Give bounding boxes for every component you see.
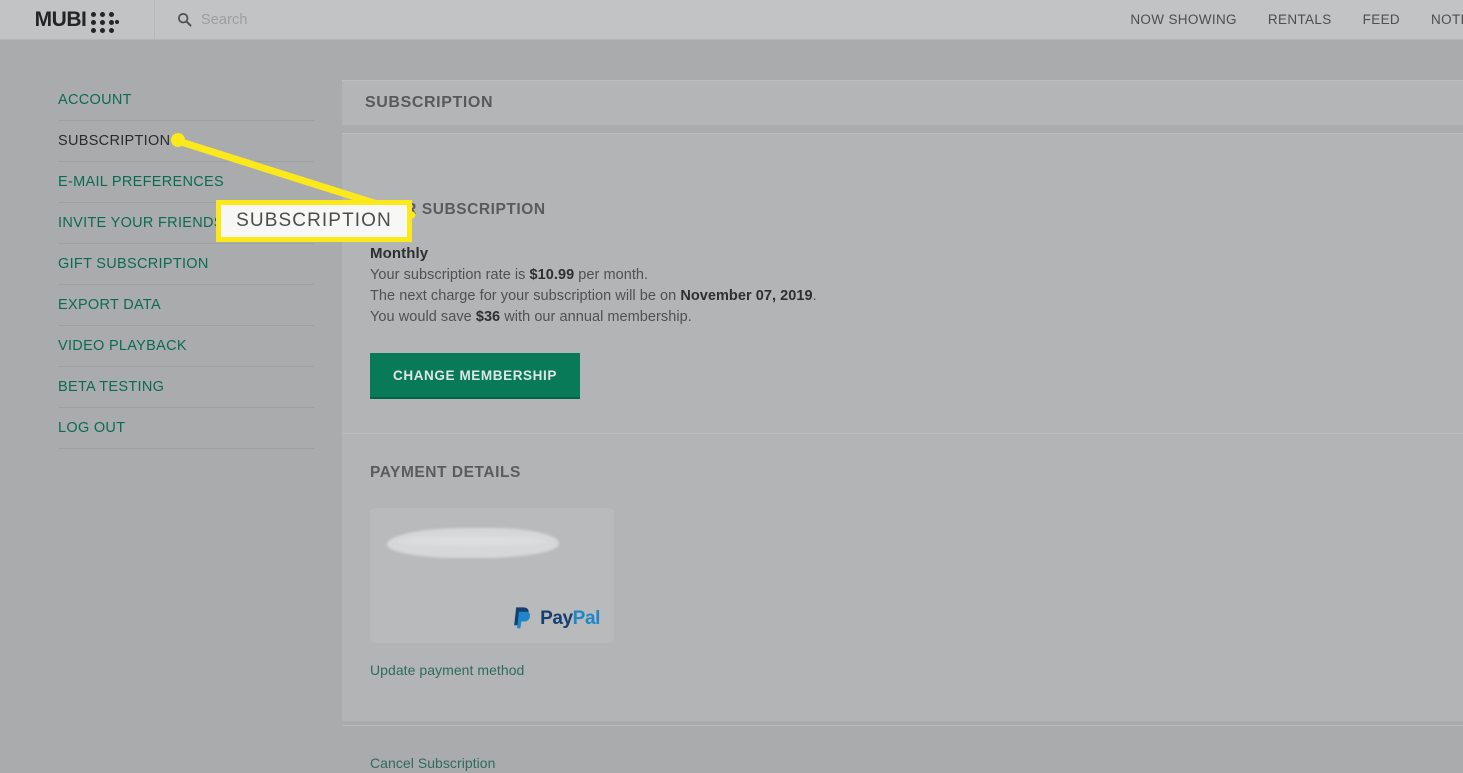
sidebar-item-email-preferences[interactable]: E-MAIL PREFERENCES <box>58 162 314 203</box>
content-card-body: YOUR SUBSCRIPTION Monthly Your subscript… <box>342 133 1463 771</box>
sidebar-item-invite-your-friends[interactable]: INVITE YOUR FRIENDS <box>58 203 314 244</box>
cancel-subscription-link[interactable]: Cancel Subscription <box>370 755 495 771</box>
content-card-header: SUBSCRIPTION <box>342 80 1463 125</box>
nav-item-rentals[interactable]: RENTALS <box>1268 12 1332 27</box>
change-membership-button[interactable]: CHANGE MEMBERSHIP <box>370 353 580 399</box>
section-divider-bottom <box>342 725 1463 726</box>
sidebar-item-beta-testing[interactable]: BETA TESTING <box>58 367 314 408</box>
mubi-logo[interactable]: MUBI <box>0 0 155 40</box>
logo-wordmark: MUBI <box>34 8 87 31</box>
account-sidebar: ACCOUNT SUBSCRIPTION E-MAIL PREFERENCES … <box>58 80 314 449</box>
sidebar-item-label: BETA TESTING <box>58 379 165 395</box>
nav-item-notebook[interactable]: NOTEBOO <box>1431 12 1463 27</box>
plan-name: Monthly <box>370 245 429 262</box>
payment-details-heading: PAYMENT DETAILS <box>370 464 521 481</box>
sidebar-item-log-out[interactable]: LOG OUT <box>58 408 314 449</box>
next-charge-date: November 07, 2019 <box>680 288 813 304</box>
savings-amount: $36 <box>475 309 501 325</box>
sidebar-item-label: E-MAIL PREFERENCES <box>58 174 225 190</box>
sidebar-item-label: LOG OUT <box>58 420 126 436</box>
sidebar-item-account[interactable]: ACCOUNT <box>58 80 314 121</box>
paypal-word-pay: Pay <box>540 607 573 629</box>
sidebar-item-label: EXPORT DATA <box>58 297 161 313</box>
redacted-account-email <box>387 528 559 558</box>
sidebar-item-gift-subscription[interactable]: GIFT SUBSCRIPTION <box>58 244 314 285</box>
rate-prefix: Your subscription rate is <box>370 267 530 283</box>
sidebar-item-label: VIDEO PLAYBACK <box>58 338 187 354</box>
nav-item-feed[interactable]: FEED <box>1363 12 1400 27</box>
savings-suffix: with our annual membership. <box>500 309 692 325</box>
sidebar-item-subscription[interactable]: SUBSCRIPTION <box>58 121 314 162</box>
annual-savings-line: You would save $36 with our annual membe… <box>370 309 1435 325</box>
next-charge-line: The next charge for your subscription wi… <box>370 288 1435 304</box>
search-input[interactable]: Search <box>201 12 248 28</box>
next-charge-prefix: The next charge for your subscription wi… <box>370 288 681 304</box>
savings-prefix: You would save <box>370 309 476 325</box>
sidebar-item-label: INVITE YOUR FRIENDS <box>58 215 224 231</box>
subscription-rate-line: Your subscription rate is $10.99 per mon… <box>370 267 1435 283</box>
mubi-dots-logo-icon <box>89 9 120 33</box>
nav-item-now-showing[interactable]: NOW SHOWING <box>1130 12 1237 27</box>
search-icon <box>177 12 192 27</box>
top-header-bar: MUBI Search NOW SHOWING RENTALS FEED NOT… <box>0 0 1463 40</box>
page-body: ACCOUNT SUBSCRIPTION E-MAIL PREFERENCES … <box>0 41 1463 771</box>
search-box[interactable]: Search <box>177 0 248 40</box>
rate-suffix: per month. <box>574 267 649 283</box>
section-divider <box>342 433 1463 434</box>
page-title: SUBSCRIPTION <box>365 94 494 111</box>
update-payment-method-link[interactable]: Update payment method <box>370 662 524 678</box>
sidebar-item-video-playback[interactable]: VIDEO PLAYBACK <box>58 326 314 367</box>
payment-method-card: PayPal <box>370 508 614 643</box>
sidebar-item-label: ACCOUNT <box>58 92 132 108</box>
paypal-wordmark: PayPal <box>540 609 600 628</box>
main-navigation: NOW SHOWING RENTALS FEED NOTEBOO <box>1130 0 1463 40</box>
paypal-logo-icon: PayPal <box>512 606 600 630</box>
sidebar-item-export-data[interactable]: EXPORT DATA <box>58 285 314 326</box>
next-charge-suffix: . <box>812 288 817 304</box>
paypal-word-pal: Pal <box>572 607 601 629</box>
paypal-mark-icon <box>514 607 531 629</box>
sidebar-item-label: SUBSCRIPTION <box>58 133 171 149</box>
rate-amount: $10.99 <box>529 267 575 283</box>
your-subscription-heading: YOUR SUBSCRIPTION <box>370 201 546 218</box>
sidebar-item-label: GIFT SUBSCRIPTION <box>58 256 209 272</box>
